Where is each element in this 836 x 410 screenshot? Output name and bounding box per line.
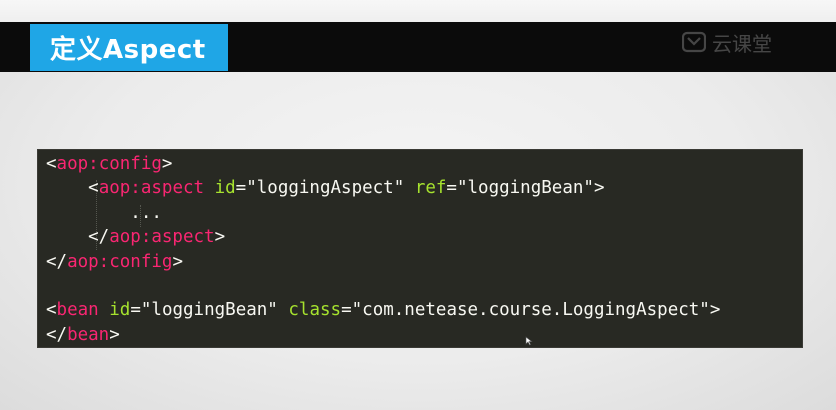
code-token-punct: </: [46, 324, 68, 345]
code-token-punct: >: [214, 227, 226, 248]
code-token-tag: aop:config: [67, 251, 173, 272]
netease-logo-icon: [682, 31, 706, 53]
code-line: <aop:aspect id="loggingAspect" ref="logg…: [46, 176, 720, 200]
code-token-punct: >: [172, 251, 183, 272]
code-token-punct: >: [161, 154, 173, 174]
code-token-punct: [204, 178, 215, 198]
code-token-tag: bean: [56, 300, 99, 321]
code-line: </bean>: [46, 323, 720, 347]
code-token-punct: <: [46, 154, 57, 174]
code-token-punct: >: [593, 178, 605, 199]
code-token-val: "loggingBean": [456, 178, 594, 199]
code-block: <aop:config> <aop:aspect id="loggingAspe…: [46, 152, 720, 347]
code-token-punct: </: [46, 227, 110, 248]
code-token-dots: ...: [46, 202, 162, 223]
code-token-punct: =: [341, 300, 352, 321]
code-token-tag: aop:aspect: [109, 227, 215, 248]
code-token-val: "loggingAspect": [246, 178, 405, 199]
top-band: [0, 0, 836, 22]
code-token-punct: [99, 300, 110, 320]
code-token-punct: </: [46, 251, 68, 272]
code-token-punct: =: [235, 178, 247, 199]
code-token-tag: bean: [67, 324, 110, 345]
code-token-attr: class: [288, 300, 342, 321]
code-token-punct: =: [446, 178, 457, 199]
code-panel: <aop:config> <aop:aspect id="loggingAspe…: [37, 149, 803, 348]
code-token-punct: <: [46, 178, 99, 199]
code-token-punct: <: [46, 300, 57, 321]
code-token-punct: >: [109, 324, 120, 345]
code-token-tag: aop:aspect: [98, 178, 205, 199]
code-token-attr: id: [109, 300, 131, 321]
code-line: ...: [46, 201, 720, 225]
slide-title: 定义Aspect: [50, 35, 206, 65]
code-line: </aop:aspect>: [46, 225, 720, 249]
code-token-attr: id: [214, 178, 236, 199]
watermark-text: 云课堂: [712, 31, 772, 56]
code-token-attr: ref: [414, 178, 447, 199]
code-token-punct: >: [709, 300, 721, 321]
code-token-val: "com.netease.course.LoggingAspect": [351, 300, 710, 321]
code-token-punct: [278, 300, 289, 320]
code-line: </aop:config>: [46, 250, 720, 274]
code-token-punct: [404, 178, 415, 198]
code-line: <bean id="loggingBean" class="com.neteas…: [46, 298, 720, 322]
slide-title-box: 定义Aspect: [30, 24, 228, 71]
watermark: 云课堂: [682, 30, 772, 56]
code-token-tag: aop:config: [56, 154, 162, 174]
mouse-pointer-icon: [525, 336, 533, 346]
code-line: <aop:config>: [46, 152, 720, 176]
code-token-val: "loggingBean": [140, 300, 278, 321]
code-token-punct: =: [130, 300, 141, 321]
